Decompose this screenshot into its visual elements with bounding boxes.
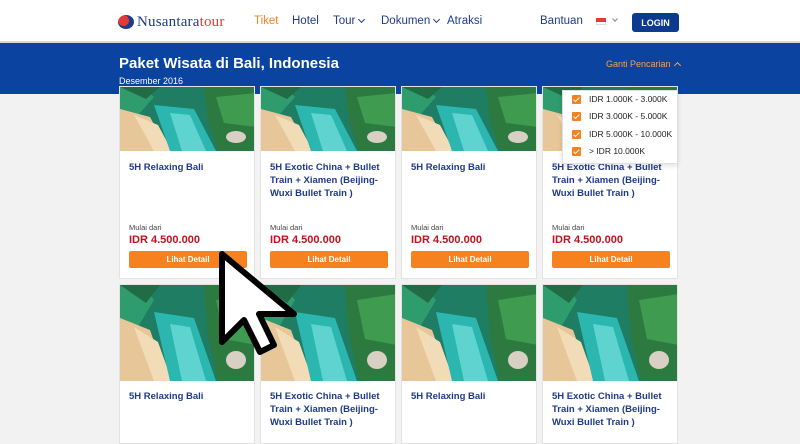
tour-photo[interactable]	[402, 285, 537, 381]
tour-title[interactable]: 5H Relaxing Bali	[411, 390, 529, 403]
tour-title[interactable]: 5H Exotic China + Bullet Train + Xiamen …	[270, 390, 388, 429]
tour-card[interactable]: 5H Relaxing Bali Mulai dari IDR 4.500.00…	[401, 86, 537, 279]
chevron-down-icon	[358, 15, 366, 24]
price-filter-dropdown: IDR 1.000K - 3.000K IDR 3.000K - 5.000K …	[562, 90, 678, 164]
nav-dokumen[interactable]: Dokumen	[381, 15, 441, 27]
chevron-down-icon	[433, 15, 441, 24]
mouse-pointer-icon	[219, 251, 297, 355]
logo[interactable]: Nusantaratour	[118, 13, 225, 31]
price-option[interactable]: IDR 1.000K - 3.000K	[572, 94, 667, 104]
nav-dokumen-label: Dokumen	[381, 15, 431, 27]
checkbox-checked-icon[interactable]	[572, 94, 581, 104]
tour-title[interactable]: 5H Exotic China + Bullet Train + Xiamen …	[270, 161, 388, 200]
tour-photo[interactable]	[261, 87, 396, 151]
change-search-toggle[interactable]: Ganti Pencarian	[606, 59, 681, 70]
price-option-label: IDR 1.000K - 3.000K	[589, 94, 668, 104]
detail-button[interactable]: Lihat Detail	[411, 251, 529, 268]
logo-mark-icon	[118, 15, 134, 29]
logo-text-accent: tour	[199, 13, 225, 30]
nav-tour[interactable]: Tour	[333, 15, 366, 27]
login-button[interactable]: LOGIN	[632, 13, 679, 32]
price-option-label: IDR 3.000K - 5.000K	[589, 111, 668, 121]
tour-title[interactable]: 5H Relaxing Bali	[129, 390, 247, 403]
page-subtitle: Desember 2016	[119, 76, 184, 86]
checkbox-checked-icon[interactable]	[572, 146, 581, 156]
price-from-label: Mulai dari	[552, 223, 585, 232]
checkbox-checked-icon[interactable]	[572, 111, 581, 121]
tour-title[interactable]: 5H Exotic China + Bullet Train + Xiamen …	[552, 390, 670, 429]
nav-bantuan[interactable]: Bantuan	[540, 15, 583, 27]
language-chevron-down-icon[interactable]	[612, 16, 618, 22]
tour-card[interactable]: 5H Exotic China + Bullet Train + Xiamen …	[542, 284, 678, 444]
price-from-label: Mulai dari	[129, 223, 162, 232]
nav-tiket[interactable]: Tiket	[254, 15, 279, 27]
tour-price: IDR 4.500.000	[552, 234, 623, 246]
price-from-label: Mulai dari	[411, 223, 444, 232]
price-from-label: Mulai dari	[270, 223, 303, 232]
tour-price: IDR 4.500.000	[411, 234, 482, 246]
page-title: Paket Wisata di Bali, Indonesia	[119, 55, 339, 72]
tour-title[interactable]: 5H Relaxing Bali	[411, 161, 529, 174]
tour-photo[interactable]	[120, 87, 255, 151]
tour-title[interactable]: 5H Exotic China + Bullet Train + Xiamen …	[552, 161, 670, 200]
tour-price: IDR 4.500.000	[270, 234, 341, 246]
nav-tour-label: Tour	[333, 15, 356, 27]
tour-photo[interactable]	[543, 285, 678, 381]
detail-button[interactable]: Lihat Detail	[552, 251, 670, 268]
top-navbar: Nusantaratour Tiket Hotel Tour Dokumen A…	[0, 0, 800, 43]
checkbox-checked-icon[interactable]	[572, 129, 581, 139]
tour-photo[interactable]	[402, 87, 537, 151]
chevron-up-icon	[673, 61, 681, 70]
price-option[interactable]: IDR 5.000K - 10.000K	[572, 129, 672, 139]
language-flag-icon[interactable]	[596, 18, 606, 25]
price-option[interactable]: IDR 3.000K - 5.000K	[572, 111, 667, 121]
nav-hotel[interactable]: Hotel	[292, 15, 319, 27]
tour-title[interactable]: 5H Relaxing Bali	[129, 161, 247, 174]
logo-text-primary: Nusantara	[137, 13, 200, 30]
change-search-label: Ganti Pencarian	[606, 59, 671, 69]
tour-price: IDR 4.500.000	[129, 234, 200, 246]
price-option-label: IDR 5.000K - 10.000K	[589, 129, 673, 139]
nav-atraksi[interactable]: Atraksi	[447, 15, 482, 27]
price-option-label: > IDR 10.000K	[589, 146, 645, 156]
tour-card[interactable]: 5H Relaxing Bali	[401, 284, 537, 444]
price-option[interactable]: > IDR 10.000K	[572, 146, 645, 156]
